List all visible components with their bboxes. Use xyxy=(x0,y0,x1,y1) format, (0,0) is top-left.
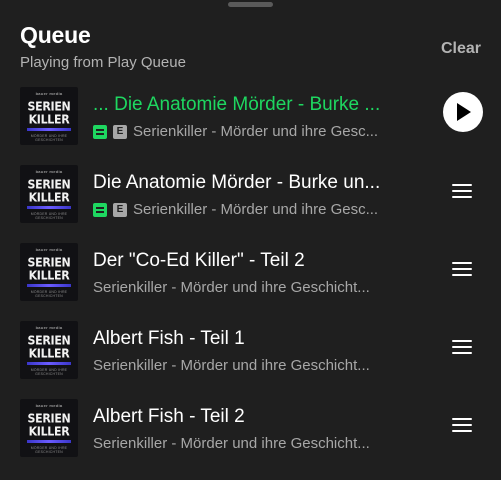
explicit-badge: E xyxy=(113,124,127,139)
cover-accent-bar xyxy=(27,362,71,365)
cover-title-line1: SERIEN xyxy=(27,99,71,114)
queue-item[interactable]: bauer media SERIEN KILLER MÖRDER UND IHR… xyxy=(0,164,501,242)
track-subtitle: E Serienkiller - Mörder und ihre Gesc... xyxy=(93,123,393,140)
cover-tagline: MÖRDER UND IHRE GESCHICHTEN xyxy=(30,212,68,220)
cover-tagline: MÖRDER UND IHRE GESCHICHTEN xyxy=(30,290,68,298)
cover-title-line2: KILLER xyxy=(28,424,70,439)
sheet-drag-handle[interactable] xyxy=(228,2,273,7)
drag-handle-icon[interactable] xyxy=(452,262,472,276)
clear-button[interactable]: Clear xyxy=(441,40,481,58)
show-name: Serienkiller - Mörder und ihre Gesc... xyxy=(133,201,379,218)
queue-item[interactable]: bauer media SERIEN KILLER MÖRDER UND IHR… xyxy=(0,398,501,476)
queue-header: Queue Playing from Play Queue Clear xyxy=(20,22,483,74)
cover-brand: bauer media xyxy=(35,169,63,174)
show-name: Serienkiller - Mörder und ihre Gesc... xyxy=(133,123,379,140)
cover-title-line2: KILLER xyxy=(28,346,70,361)
cover-title-line1: SERIEN xyxy=(27,177,71,192)
episode-cover-art: bauer media SERIEN KILLER MÖRDER UND IHR… xyxy=(20,321,78,379)
downloaded-icon xyxy=(93,202,107,217)
cover-brand: bauer media xyxy=(35,403,63,408)
track-title: ... Die Anatomie Mörder - Burke ... xyxy=(93,94,381,115)
cover-tagline: MÖRDER UND IHRE GESCHICHTEN xyxy=(30,368,68,376)
cover-title-line1: SERIEN xyxy=(27,255,71,270)
episode-cover-art: bauer media SERIEN KILLER MÖRDER UND IHR… xyxy=(20,243,78,301)
cover-brand: bauer media xyxy=(35,91,63,96)
cover-title-line1: SERIEN xyxy=(27,411,71,426)
track-title: Albert Fish - Teil 2 xyxy=(93,406,245,427)
page-title: Queue xyxy=(20,22,91,48)
cover-accent-bar xyxy=(27,206,71,209)
cover-accent-bar xyxy=(27,440,71,443)
track-subtitle: Serienkiller - Mörder und ihre Geschicht… xyxy=(93,279,393,296)
cover-title-line2: KILLER xyxy=(28,190,70,205)
explicit-badge: E xyxy=(113,202,127,217)
queue-item[interactable]: bauer media SERIEN KILLER MÖRDER UND IHR… xyxy=(0,242,501,320)
play-icon xyxy=(457,103,471,121)
cover-brand: bauer media xyxy=(35,325,63,330)
playing-from-label: Playing from Play Queue xyxy=(20,54,186,71)
cover-tagline: MÖRDER UND IHRE GESCHICHTEN xyxy=(30,446,68,454)
drag-handle-icon[interactable] xyxy=(452,340,472,354)
cover-tagline: MÖRDER UND IHRE GESCHICHTEN xyxy=(30,134,68,142)
play-button[interactable] xyxy=(443,92,483,132)
show-name: Serienkiller - Mörder und ihre Geschicht… xyxy=(93,279,370,296)
cover-accent-bar xyxy=(27,128,71,131)
episode-cover-art: bauer media SERIEN KILLER MÖRDER UND IHR… xyxy=(20,87,78,145)
episode-cover-art: bauer media SERIEN KILLER MÖRDER UND IHR… xyxy=(20,165,78,223)
cover-accent-bar xyxy=(27,284,71,287)
downloaded-icon xyxy=(93,124,107,139)
queue-item[interactable]: bauer media SERIEN KILLER MÖRDER UND IHR… xyxy=(0,320,501,398)
track-title: Albert Fish - Teil 1 xyxy=(93,328,245,349)
queue-list: bauer media SERIEN KILLER MÖRDER UND IHR… xyxy=(0,86,501,476)
track-subtitle: Serienkiller - Mörder und ihre Geschicht… xyxy=(93,435,393,452)
track-subtitle: E Serienkiller - Mörder und ihre Gesc... xyxy=(93,201,393,218)
cover-brand: bauer media xyxy=(35,247,63,252)
cover-title-line1: SERIEN xyxy=(27,333,71,348)
track-title: Die Anatomie Mörder - Burke un... xyxy=(93,172,381,193)
track-title: Der "Co-Ed Killer" - Teil 2 xyxy=(93,250,305,271)
episode-cover-art: bauer media SERIEN KILLER MÖRDER UND IHR… xyxy=(20,399,78,457)
track-subtitle: Serienkiller - Mörder und ihre Geschicht… xyxy=(93,357,393,374)
drag-handle-icon[interactable] xyxy=(452,418,472,432)
show-name: Serienkiller - Mörder und ihre Geschicht… xyxy=(93,435,370,452)
queue-item[interactable]: bauer media SERIEN KILLER MÖRDER UND IHR… xyxy=(0,86,501,164)
cover-title-line2: KILLER xyxy=(28,268,70,283)
cover-title-line2: KILLER xyxy=(28,112,70,127)
drag-handle-icon[interactable] xyxy=(452,184,472,198)
show-name: Serienkiller - Mörder und ihre Geschicht… xyxy=(93,357,370,374)
